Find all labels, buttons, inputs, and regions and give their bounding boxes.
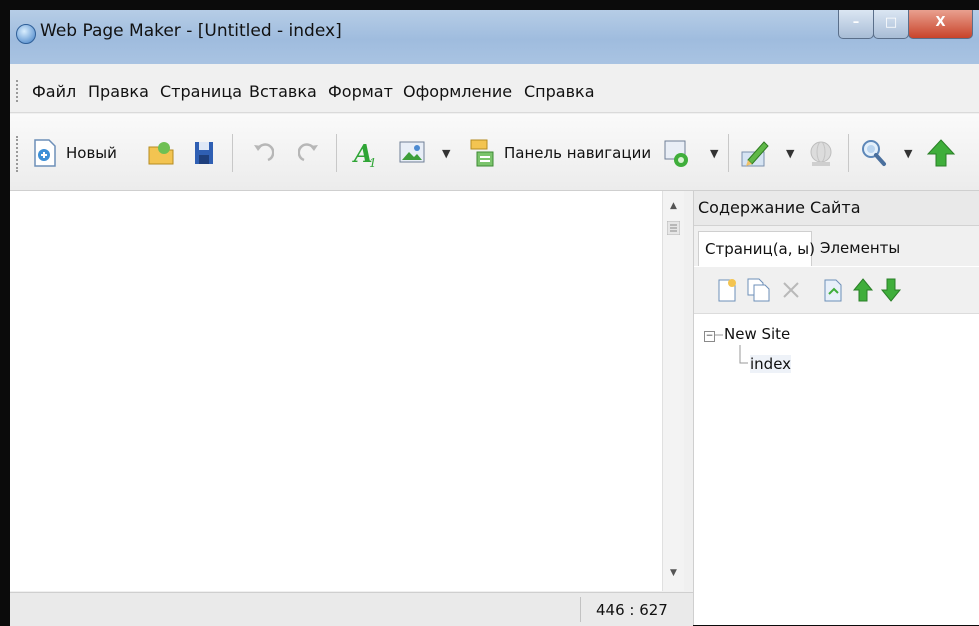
menu-insert[interactable]: Вставка [249, 82, 317, 101]
redo-icon[interactable] [298, 138, 322, 168]
main-toolbar: Новый A 1 ▼ Панель навигации ▼ ▼ ▼ [10, 114, 979, 191]
new-page-icon[interactable] [32, 138, 58, 168]
site-content-panel: Содержание Сайта Страниц(а, ы) Элементы [693, 191, 979, 625]
publish-icon[interactable] [806, 138, 836, 168]
move-up-icon[interactable] [852, 277, 874, 303]
page-properties-icon[interactable] [822, 277, 844, 303]
toolbar-separator [232, 134, 233, 172]
menu-bar: Файл Правка Страница Вставка Формат Офор… [10, 70, 979, 113]
preview-dropdown-arrow[interactable]: ▼ [710, 147, 718, 160]
add-page-icon[interactable] [716, 277, 738, 303]
toolbar-grip[interactable] [16, 136, 21, 172]
toolbar-separator [728, 134, 729, 172]
new-button[interactable]: Новый [66, 144, 117, 162]
tree-connector [739, 345, 748, 364]
panel-header: Содержание Сайта [694, 191, 979, 226]
image-icon[interactable] [398, 138, 426, 168]
minimize-icon: – [852, 15, 860, 30]
menu-format[interactable]: Формат [328, 82, 393, 101]
pages-toolbar [694, 267, 979, 314]
app-icon[interactable] [16, 24, 36, 44]
tree-node-root[interactable]: New Site [724, 325, 790, 343]
minimize-button[interactable]: – [838, 10, 874, 39]
preview-icon[interactable] [662, 138, 692, 168]
delete-icon[interactable] [780, 277, 802, 303]
open-folder-icon[interactable] [147, 138, 175, 168]
title-bar[interactable]: Web Page Maker - [Untitled - index] – □ … [10, 10, 979, 64]
panel-tabs: Страниц(а, ы) Элементы [694, 226, 979, 266]
zoom-dropdown-arrow[interactable]: ▼ [904, 147, 912, 160]
image-dropdown-arrow[interactable]: ▼ [442, 147, 450, 160]
scroll-up-arrow[interactable]: ▲ [663, 201, 684, 211]
close-button[interactable]: X [908, 10, 973, 39]
tree-node-page[interactable]: index [750, 355, 792, 373]
close-icon: X [935, 15, 946, 30]
status-bar: 446 : 627 [10, 592, 693, 626]
edit-pen-icon[interactable] [740, 138, 770, 168]
page-editor-canvas[interactable] [10, 191, 662, 591]
text-icon[interactable]: A 1 [352, 138, 380, 168]
tab-elements[interactable]: Элементы [814, 231, 914, 265]
menu-page[interactable]: Страница [160, 82, 242, 101]
search-zoom-icon[interactable] [860, 138, 888, 168]
toolbar-separator [848, 134, 849, 172]
menu-help[interactable]: Справка [524, 82, 595, 101]
navigation-panel-button[interactable]: Панель навигации [504, 144, 651, 162]
tab-elements-label: Элементы [820, 239, 901, 257]
menu-file[interactable]: Файл [32, 82, 76, 101]
maximize-icon: □ [884, 15, 898, 30]
tree-collapse-toggle[interactable]: − [704, 331, 715, 342]
scrollbar-grip-icon[interactable] [667, 221, 680, 235]
maximize-button[interactable]: □ [873, 10, 909, 39]
copy-page-icon[interactable] [746, 277, 770, 303]
edit-dropdown-arrow[interactable]: ▼ [786, 147, 794, 160]
menu-grip[interactable] [16, 80, 21, 102]
save-icon[interactable] [193, 138, 215, 168]
site-tree: − New Site index [694, 315, 979, 615]
move-down-icon[interactable] [880, 277, 902, 303]
svg-text:1: 1 [369, 156, 377, 168]
tab-pages[interactable]: Страниц(а, ы) [698, 231, 815, 266]
cursor-coordinates: 446 : 627 [596, 601, 668, 619]
navigation-panel-icon[interactable] [468, 138, 496, 168]
menu-design[interactable]: Оформление [403, 82, 512, 101]
toolbar-separator [336, 134, 337, 172]
editor-vertical-scrollbar[interactable]: ▲ ▼ [662, 191, 684, 591]
menu-edit[interactable]: Правка [88, 82, 149, 101]
panel-title: Содержание Сайта [698, 198, 861, 217]
tree-connector [715, 334, 723, 336]
app-window: Web Page Maker - [Untitled - index] – □ … [10, 10, 979, 626]
undo-icon[interactable] [250, 138, 274, 168]
window-title: Web Page Maker - [Untitled - index] [40, 21, 342, 41]
scroll-down-arrow[interactable]: ▼ [663, 568, 684, 578]
upload-arrow-icon[interactable] [926, 138, 956, 168]
status-separator [580, 597, 581, 622]
tab-pages-label: Страниц(а, ы) [705, 240, 815, 258]
